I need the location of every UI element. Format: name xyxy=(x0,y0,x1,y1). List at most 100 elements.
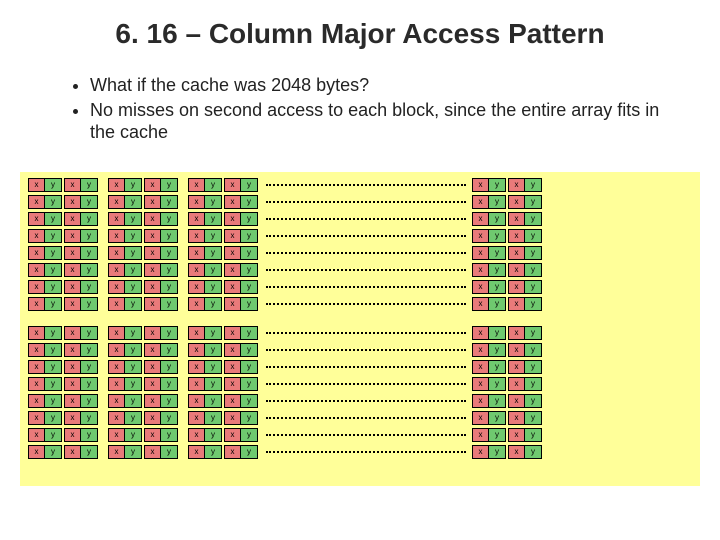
xy-pair: xy xyxy=(472,343,506,357)
y-cell: y xyxy=(81,196,97,208)
xy-pair: xy xyxy=(28,445,62,459)
y-cell: y xyxy=(525,429,541,441)
xy-pair: xy xyxy=(64,246,98,260)
y-cell: y xyxy=(45,412,61,424)
diagram-row: xyxyxyxyxyxyxyxy xyxy=(28,326,692,341)
xy-pair: xy xyxy=(472,297,506,311)
xy-pair: xy xyxy=(224,394,258,408)
y-cell: y xyxy=(241,213,257,225)
xy-pair: xy xyxy=(144,343,178,357)
xy-pair: xy xyxy=(64,343,98,357)
xy-pair: xy xyxy=(144,297,178,311)
y-cell: y xyxy=(161,213,177,225)
y-cell: y xyxy=(161,378,177,390)
x-cell: x xyxy=(189,196,205,208)
x-cell: x xyxy=(145,247,161,259)
x-cell: x xyxy=(509,264,525,276)
x-cell: x xyxy=(189,213,205,225)
xy-pair: xy xyxy=(472,212,506,226)
x-cell: x xyxy=(109,395,125,407)
xy-pair: xy xyxy=(144,411,178,425)
xy-pair: xy xyxy=(64,360,98,374)
y-cell: y xyxy=(125,281,141,293)
x-cell: x xyxy=(225,344,241,356)
xy-pair: xy xyxy=(144,178,178,192)
y-cell: y xyxy=(81,230,97,242)
xy-pair: xy xyxy=(188,263,222,277)
xy-pair: xy xyxy=(28,280,62,294)
x-cell: x xyxy=(65,395,81,407)
x-cell: x xyxy=(189,378,205,390)
x-cell: x xyxy=(189,395,205,407)
xy-pair: xy xyxy=(28,411,62,425)
xy-pair: xy xyxy=(28,377,62,391)
x-cell: x xyxy=(225,179,241,191)
y-cell: y xyxy=(525,196,541,208)
xy-pair: xy xyxy=(508,212,542,226)
xy-pair: xy xyxy=(224,280,258,294)
y-cell: y xyxy=(125,378,141,390)
xy-pair: xy xyxy=(144,377,178,391)
x-cell: x xyxy=(145,344,161,356)
y-cell: y xyxy=(241,281,257,293)
ellipsis-dots xyxy=(266,286,466,288)
x-cell: x xyxy=(189,230,205,242)
x-cell: x xyxy=(109,378,125,390)
x-cell: x xyxy=(473,395,489,407)
xy-pair: xy xyxy=(108,394,142,408)
xy-pair: xy xyxy=(144,229,178,243)
y-cell: y xyxy=(489,446,505,458)
xy-pair: xy xyxy=(188,394,222,408)
y-cell: y xyxy=(125,327,141,339)
x-cell: x xyxy=(473,247,489,259)
x-cell: x xyxy=(509,327,525,339)
y-cell: y xyxy=(489,412,505,424)
x-cell: x xyxy=(29,298,45,310)
x-cell: x xyxy=(65,412,81,424)
xy-pair: xy xyxy=(224,195,258,209)
xy-pair: xy xyxy=(508,343,542,357)
xy-pair: xy xyxy=(188,229,222,243)
x-cell: x xyxy=(509,378,525,390)
x-cell: x xyxy=(145,196,161,208)
y-cell: y xyxy=(81,179,97,191)
y-cell: y xyxy=(45,361,61,373)
xy-pair: xy xyxy=(144,360,178,374)
xy-pair: xy xyxy=(108,297,142,311)
ellipsis-dots xyxy=(266,201,466,203)
xy-pair: xy xyxy=(188,195,222,209)
xy-pair: xy xyxy=(472,263,506,277)
y-cell: y xyxy=(45,179,61,191)
xy-pair: xy xyxy=(508,445,542,459)
y-cell: y xyxy=(489,196,505,208)
x-cell: x xyxy=(109,327,125,339)
x-cell: x xyxy=(109,179,125,191)
diagram-row: xyxyxyxyxyxyxyxy xyxy=(28,178,692,193)
xy-pair: xy xyxy=(188,280,222,294)
x-cell: x xyxy=(509,179,525,191)
xy-pair: xy xyxy=(144,326,178,340)
y-cell: y xyxy=(81,247,97,259)
y-cell: y xyxy=(161,196,177,208)
y-cell: y xyxy=(205,298,221,310)
x-cell: x xyxy=(473,378,489,390)
diagram-row: xyxyxyxyxyxyxyxy xyxy=(28,246,692,261)
x-cell: x xyxy=(509,196,525,208)
xy-pair: xy xyxy=(108,377,142,391)
xy-pair: xy xyxy=(144,394,178,408)
y-cell: y xyxy=(205,429,221,441)
xy-pair: xy xyxy=(28,263,62,277)
xy-pair: xy xyxy=(28,297,62,311)
xy-pair: xy xyxy=(508,229,542,243)
y-cell: y xyxy=(489,213,505,225)
xy-pair: xy xyxy=(472,377,506,391)
xy-pair: xy xyxy=(472,360,506,374)
x-cell: x xyxy=(225,429,241,441)
x-cell: x xyxy=(65,196,81,208)
xy-pair: xy xyxy=(108,343,142,357)
x-cell: x xyxy=(509,361,525,373)
y-cell: y xyxy=(525,344,541,356)
y-cell: y xyxy=(45,230,61,242)
x-cell: x xyxy=(189,446,205,458)
x-cell: x xyxy=(509,395,525,407)
